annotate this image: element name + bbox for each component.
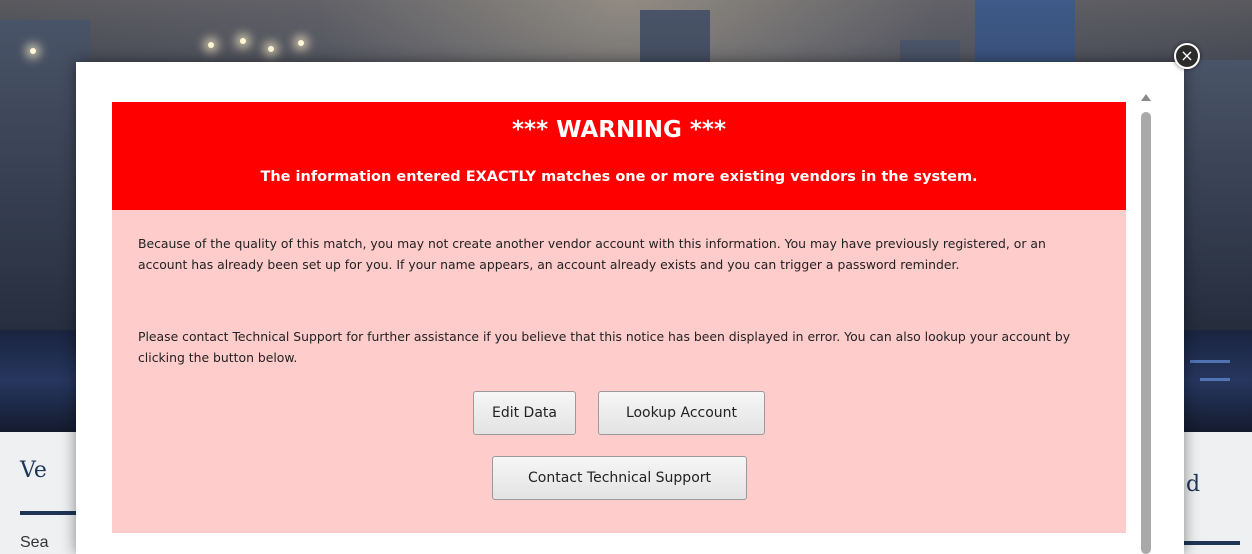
section-heading-left: Ve <box>20 458 47 483</box>
lookup-account-button[interactable]: Lookup Account <box>598 391 765 435</box>
warning-modal: *** WARNING *** The information entered … <box>76 62 1184 554</box>
light-glint <box>298 40 304 46</box>
warning-header: *** WARNING *** The information entered … <box>112 102 1126 210</box>
warning-body: Because of the quality of this match, yo… <box>112 210 1126 533</box>
scroll-up-arrow-icon[interactable] <box>1141 94 1151 101</box>
section-heading-right: d <box>1186 472 1201 497</box>
light-reflection <box>1190 360 1230 363</box>
light-reflection <box>1200 378 1230 381</box>
contact-technical-support-button[interactable]: Contact Technical Support <box>492 456 747 500</box>
light-glint <box>30 48 36 54</box>
warning-subtitle: The information entered EXACTLY matches … <box>260 169 978 185</box>
light-glint <box>208 42 214 48</box>
light-glint <box>240 38 246 44</box>
close-icon[interactable]: × <box>1174 43 1200 69</box>
edit-data-button[interactable]: Edit Data <box>473 391 576 435</box>
warning-message-paragraph: Because of the quality of this match, yo… <box>138 236 1046 272</box>
building-silhouette <box>1180 60 1252 330</box>
support-message-paragraph: Please contact Technical Support for fur… <box>138 329 1071 365</box>
heading-underline-right <box>1183 541 1240 545</box>
heading-underline-left <box>20 511 80 515</box>
scrollbar-thumb[interactable] <box>1141 112 1151 554</box>
warning-title: *** WARNING *** <box>512 117 726 143</box>
light-glint <box>268 46 274 52</box>
section-text-left: Sea <box>20 534 49 551</box>
